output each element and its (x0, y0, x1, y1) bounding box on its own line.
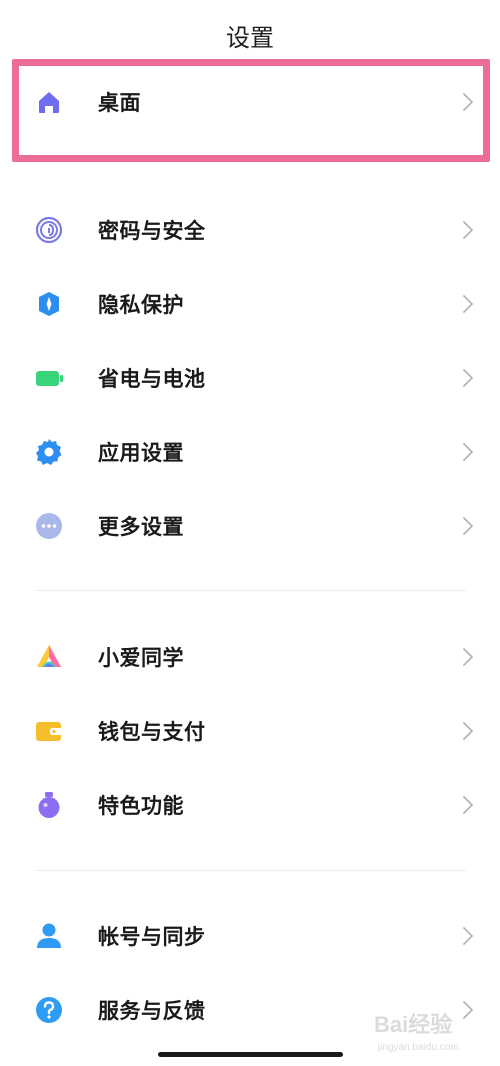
settings-item-xiaoai[interactable]: 小爱同学 (0, 627, 500, 687)
chevron-right-icon (462, 368, 474, 388)
page-title: 设置 (226, 24, 274, 52)
chevron-right-icon (462, 926, 474, 946)
chevron-right-icon (462, 795, 474, 815)
settings-item-label: 省电与电池 (98, 367, 206, 391)
highlight-frame (12, 59, 490, 162)
settings-item-app-settings[interactable]: 应用设置 (0, 422, 500, 482)
home-indicator[interactable] (158, 1052, 343, 1057)
settings-item-battery[interactable]: 省电与电池 (0, 348, 500, 408)
chevron-right-icon (462, 220, 474, 240)
baidu-jingyan-watermark: Bai经验 jingyan.baidu.com (372, 1006, 492, 1056)
chevron-right-icon (462, 442, 474, 462)
section-divider (36, 870, 466, 871)
chevron-right-icon (462, 516, 474, 536)
fingerprint-icon (34, 215, 64, 245)
gear-icon (34, 437, 64, 467)
chevron-right-icon (462, 647, 474, 667)
settings-item-privacy[interactable]: 隐私保护 (0, 274, 500, 334)
xiaoai-icon (34, 642, 64, 672)
section-divider (36, 590, 466, 591)
settings-item-account-sync[interactable]: 帐号与同步 (0, 906, 500, 966)
settings-item-label: 钱包与支付 (98, 720, 206, 744)
wallet-icon (34, 716, 64, 746)
account-icon (34, 921, 64, 951)
settings-item-label: 密码与安全 (98, 219, 206, 243)
settings-item-label: 更多设置 (98, 515, 184, 539)
settings-item-label: 隐私保护 (98, 293, 184, 317)
flask-icon (34, 790, 64, 820)
watermark-subtext: jingyan.baidu.com (377, 1042, 459, 1053)
privacy-shield-icon (34, 289, 64, 319)
more-dots-icon (34, 511, 64, 541)
chevron-right-icon (462, 294, 474, 314)
settings-item-label: 服务与反馈 (98, 999, 206, 1023)
settings-item-label: 应用设置 (98, 441, 184, 465)
settings-item-password-security[interactable]: 密码与安全 (0, 200, 500, 260)
settings-item-wallet[interactable]: 钱包与支付 (0, 701, 500, 761)
settings-item-more-settings[interactable]: 更多设置 (0, 496, 500, 556)
settings-item-special-features[interactable]: 特色功能 (0, 775, 500, 835)
watermark-text: Bai经验 (374, 1012, 452, 1037)
settings-item-label: 特色功能 (98, 794, 184, 818)
settings-item-label: 帐号与同步 (98, 925, 206, 949)
battery-icon (34, 363, 64, 393)
help-icon (34, 995, 64, 1025)
chevron-right-icon (462, 721, 474, 741)
settings-item-label: 小爱同学 (98, 646, 184, 670)
